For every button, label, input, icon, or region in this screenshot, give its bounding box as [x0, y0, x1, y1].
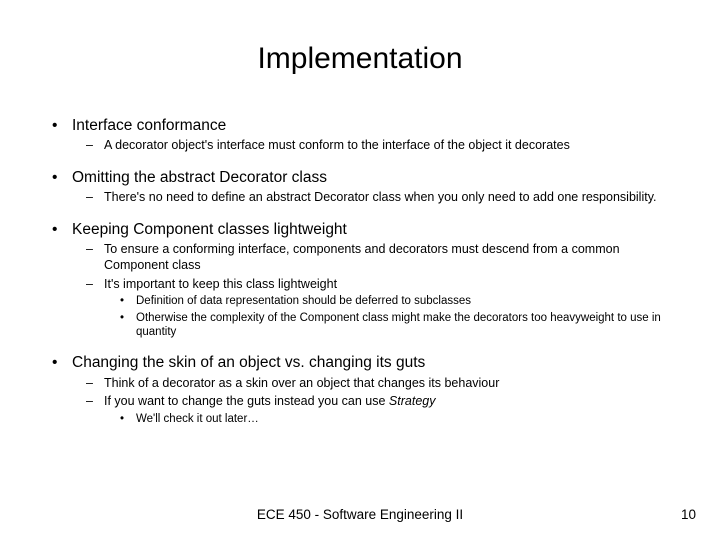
text-span: If you want to change the guts instead y… — [104, 394, 389, 408]
subsub-bullet: Otherwise the complexity of the Componen… — [52, 311, 672, 340]
bullet-interface-conformance: Interface conformance — [52, 116, 672, 135]
sub-bullet: A decorator object's interface must conf… — [52, 138, 672, 154]
subsub-bullet: We'll check it out later… — [52, 412, 672, 426]
slide-title: Implementation — [0, 42, 720, 76]
page-number: 10 — [681, 507, 696, 522]
sub-bullet: If you want to change the guts instead y… — [52, 394, 672, 410]
sub-bullet: There's no need to define an abstract De… — [52, 190, 672, 206]
strategy-emphasis: Strategy — [389, 394, 436, 408]
sub-bullet: Think of a decorator as a skin over an o… — [52, 376, 672, 392]
bullet-skin-vs-guts: Changing the skin of an object vs. chang… — [52, 353, 672, 372]
bullet-keeping-lightweight: Keeping Component classes lightweight — [52, 220, 672, 239]
slide: Implementation Interface conformance A d… — [0, 0, 720, 540]
sub-bullet: To ensure a conforming interface, compon… — [52, 242, 672, 273]
subsub-bullet: Definition of data representation should… — [52, 294, 672, 308]
bullet-omitting-abstract: Omitting the abstract Decorator class — [52, 168, 672, 187]
footer-text: ECE 450 - Software Engineering II — [0, 507, 720, 522]
slide-body: Interface conformance A decorator object… — [52, 116, 672, 426]
sub-bullet: It's important to keep this class lightw… — [52, 277, 672, 293]
